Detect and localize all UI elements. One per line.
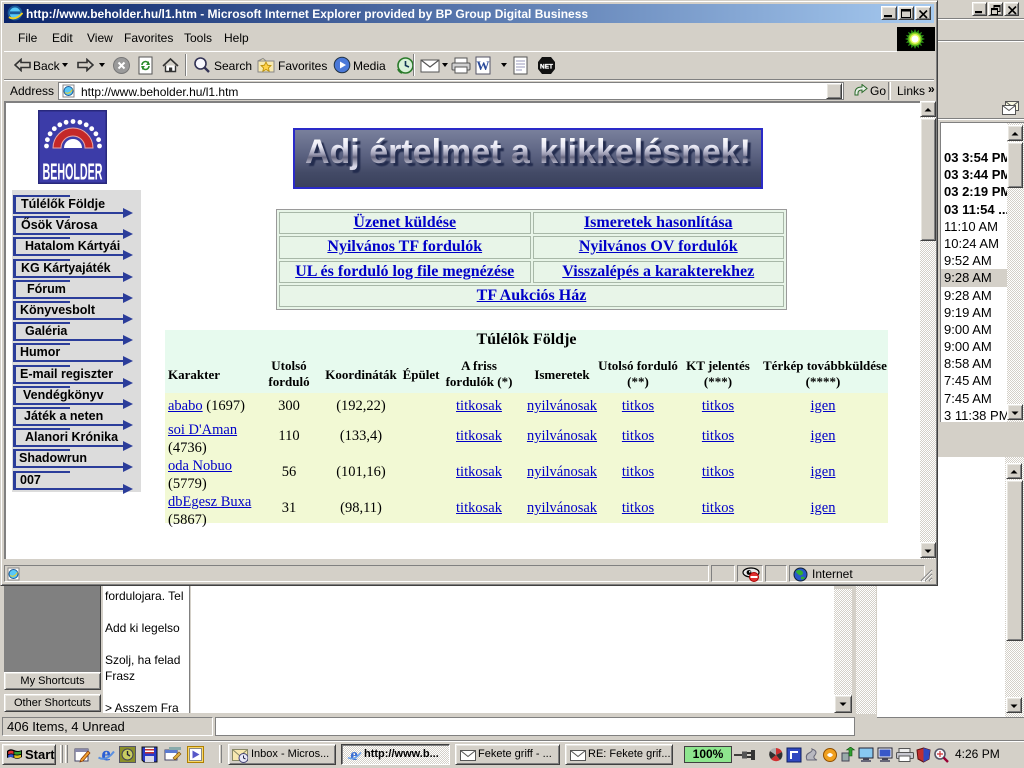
svg-text:NET: NET <box>540 64 553 71</box>
svg-text:e: e <box>101 745 110 764</box>
svg-text:W: W <box>477 58 490 73</box>
svg-text:BEHOLDER: BEHOLDER <box>43 159 103 184</box>
svg-text:e: e <box>350 746 358 764</box>
